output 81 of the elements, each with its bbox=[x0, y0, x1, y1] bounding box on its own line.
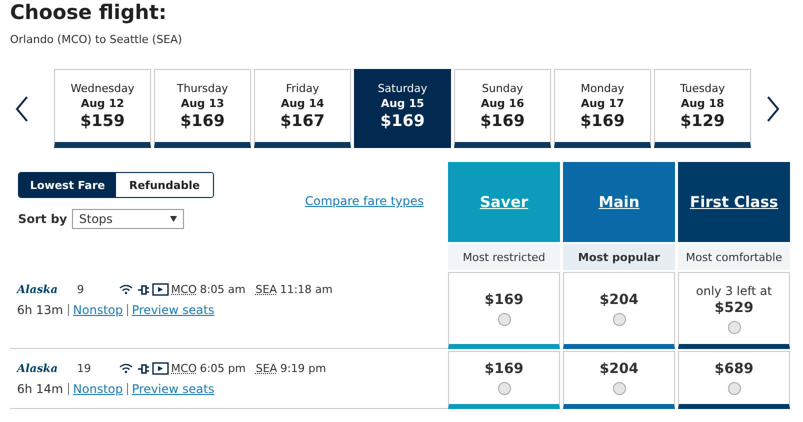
date-price: $169 bbox=[480, 110, 525, 130]
arrival-time: 11:18 am bbox=[280, 282, 333, 296]
availability-note: only 3 left at bbox=[696, 284, 772, 298]
chevron-left-icon bbox=[15, 94, 29, 122]
weekday-label: Sunday bbox=[482, 82, 524, 96]
fare-header[interactable]: Main bbox=[563, 162, 675, 242]
stops-link[interactable]: Nonstop bbox=[69, 383, 127, 395]
date-label: Aug 15 bbox=[380, 96, 424, 110]
fare-price: $689 bbox=[714, 361, 754, 377]
airport-code[interactable]: SEA bbox=[256, 362, 278, 374]
date-price: $169 bbox=[580, 110, 625, 130]
date-price: $159 bbox=[80, 110, 125, 130]
radio-button[interactable] bbox=[612, 382, 626, 395]
date-label: Aug 12 bbox=[80, 96, 124, 110]
fare-subtitle: Most restricted bbox=[448, 244, 560, 270]
date-price: $169 bbox=[180, 110, 225, 130]
page-title: Choose flight: bbox=[10, 0, 168, 24]
departure-time: 8:05 am bbox=[200, 282, 246, 296]
amenity-icons-drawing bbox=[119, 282, 169, 296]
preview-seats-link[interactable]: Preview seats bbox=[126, 304, 218, 316]
airline-logo: Alaska bbox=[17, 362, 59, 374]
route-text: Orlando (MCO) to Seattle (SEA) bbox=[10, 33, 184, 46]
stops-link[interactable]: Nonstop bbox=[69, 304, 127, 316]
weekday-label: Friday bbox=[286, 82, 320, 96]
chevron-right-icon bbox=[766, 94, 780, 122]
airline-logo: Alaska bbox=[17, 282, 59, 296]
date-price: $167 bbox=[280, 110, 325, 130]
weekday-label: Monday bbox=[580, 82, 624, 96]
date-tab[interactable]: Saturday Aug 15 $169 bbox=[354, 69, 451, 148]
date-price: $169 bbox=[380, 110, 425, 130]
fare-option[interactable]: $204 bbox=[563, 272, 675, 349]
flight-duration: 6h 13m bbox=[17, 304, 70, 316]
fare-header[interactable]: First Class bbox=[678, 162, 790, 242]
weekday-label: Wednesday bbox=[70, 82, 134, 96]
date-tab[interactable]: Monday Aug 17 $169 bbox=[554, 69, 651, 148]
date-tab[interactable]: Friday Aug 14 $167 bbox=[254, 69, 351, 148]
sort-label: Sort by bbox=[18, 212, 68, 226]
departure-time: 6:05 pm bbox=[200, 362, 246, 374]
airport-code[interactable]: MCO bbox=[171, 282, 197, 296]
fare-subtitle: Most comfortable bbox=[678, 244, 790, 270]
radio-button[interactable] bbox=[728, 382, 740, 395]
fare-option[interactable]: $689 bbox=[678, 351, 790, 409]
radio-button[interactable] bbox=[728, 320, 740, 334]
radio-button[interactable] bbox=[612, 312, 626, 326]
dropdown-caret-icon bbox=[170, 216, 178, 222]
arrival-time: 9:19 pm bbox=[280, 362, 326, 374]
fare-price: $204 bbox=[600, 292, 638, 308]
fare-price: $169 bbox=[484, 361, 524, 377]
weekday-label: Saturday bbox=[378, 82, 428, 96]
fare-price: $529 bbox=[714, 300, 754, 316]
fare-option[interactable]: $169 bbox=[448, 351, 560, 409]
flight-number: 19 bbox=[77, 362, 92, 374]
date-tab[interactable]: Sunday Aug 16 $169 bbox=[454, 69, 551, 148]
date-label: Aug 18 bbox=[680, 96, 724, 110]
fare-option-tab[interactable]: Lowest Fare bbox=[19, 173, 116, 197]
radio-button[interactable] bbox=[498, 312, 510, 326]
fare-subtitle: Most popular bbox=[563, 244, 675, 270]
fare-option[interactable]: $204 bbox=[563, 351, 675, 409]
airport-code[interactable]: MCO bbox=[171, 362, 197, 374]
fare-option[interactable]: only 3 left at $529 bbox=[678, 272, 790, 349]
date-label: Aug 14 bbox=[280, 96, 324, 110]
date-price: $129 bbox=[680, 110, 725, 130]
compare-fare-types-link[interactable]: Compare fare types bbox=[305, 194, 424, 208]
date-tab[interactable]: Thursday Aug 13 $169 bbox=[154, 69, 251, 148]
fare-price: $204 bbox=[600, 361, 638, 377]
weekday-label: Tuesday bbox=[680, 82, 725, 96]
airport-code[interactable]: SEA bbox=[256, 282, 277, 296]
sort-dropdown[interactable]: Stops bbox=[72, 209, 184, 229]
fare-price: $169 bbox=[484, 292, 524, 308]
date-tab[interactable]: Tuesday Aug 18 $129 bbox=[654, 69, 751, 148]
weekday-label: Thursday bbox=[176, 82, 228, 96]
flight-number: 9 bbox=[77, 282, 85, 296]
preview-seats-link[interactable]: Preview seats bbox=[126, 383, 218, 395]
date-label: Aug 13 bbox=[180, 96, 224, 110]
date-tab[interactable]: Wednesday Aug 12 $159 bbox=[54, 69, 151, 148]
radio-button[interactable] bbox=[498, 382, 510, 395]
date-label: Aug 17 bbox=[580, 96, 624, 110]
fare-option[interactable]: $169 bbox=[448, 272, 560, 349]
amenity-icons-drawing bbox=[119, 360, 169, 376]
date-label: Aug 16 bbox=[480, 96, 524, 110]
flight-duration: 6h 14m bbox=[17, 383, 70, 395]
